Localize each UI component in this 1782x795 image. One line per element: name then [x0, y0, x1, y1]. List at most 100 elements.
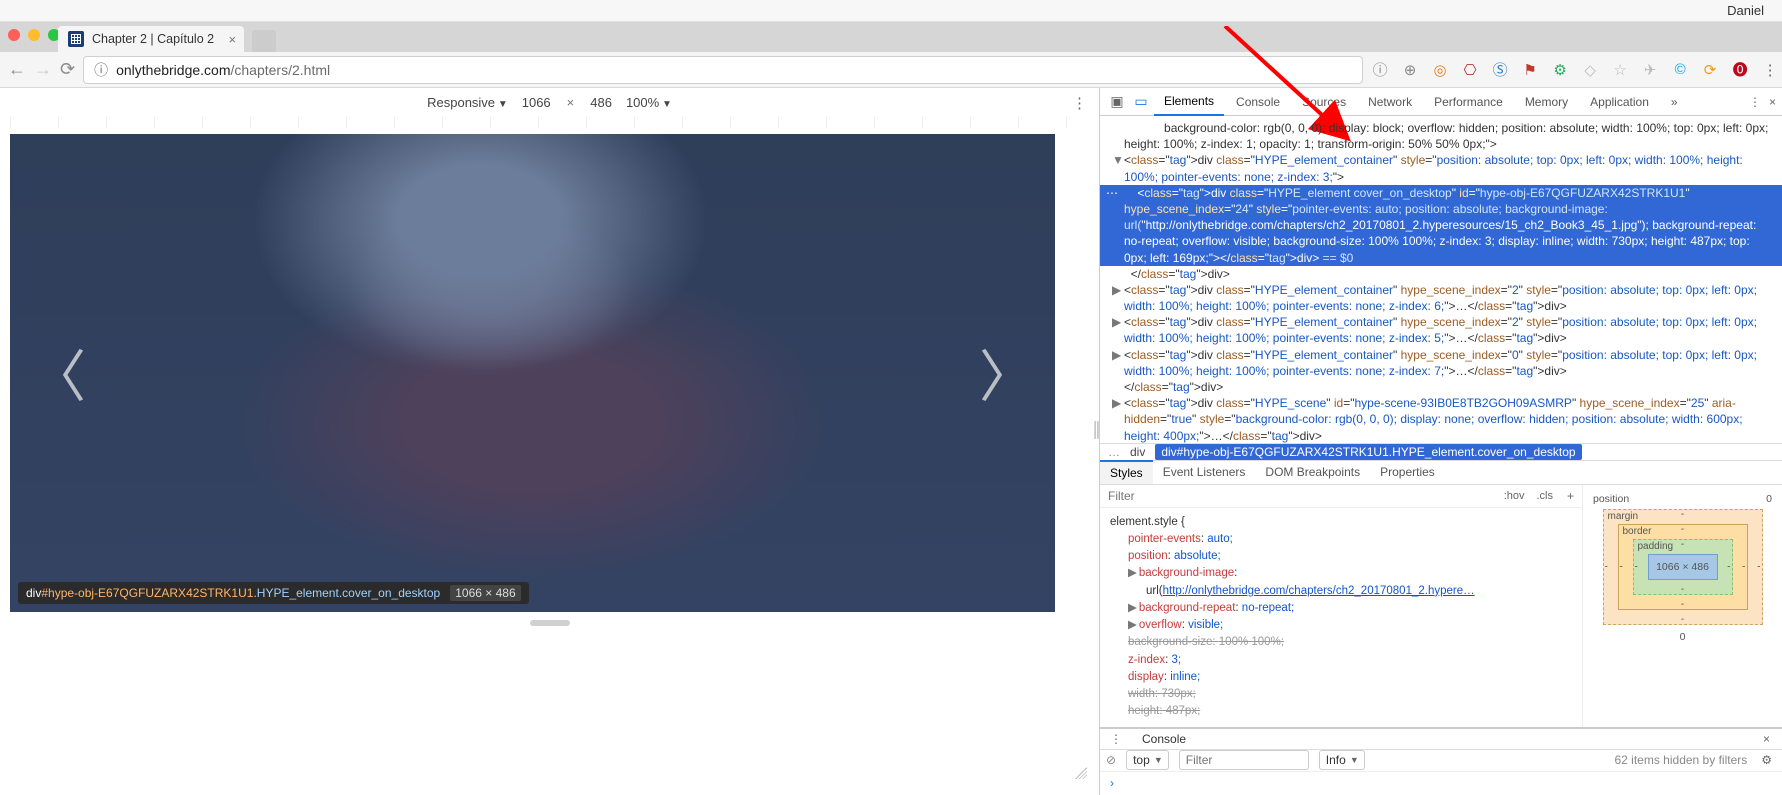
console-level-select[interactable]: Info — [1319, 750, 1365, 770]
console-prompt[interactable]: › — [1100, 772, 1782, 795]
devtools-tabbar: ▣ ▭ Elements Console Sources Network Per… — [1100, 88, 1782, 116]
ext-icon[interactable]: Ⓢ — [1491, 61, 1509, 79]
elements-dom-tree[interactable]: background-color: rgb(0, 0, 0); display:… — [1100, 116, 1782, 443]
ext-icon[interactable]: ⚙ — [1551, 61, 1569, 79]
element-inspect-tooltip: div#hype-obj-E67QGFUZARX42STRK1U1.HYPE_e… — [18, 582, 529, 604]
dom-line[interactable]: </class="tag">div> — [1100, 266, 1782, 282]
tab-favicon — [68, 31, 84, 47]
dom-line[interactable]: ▶<class="tag">div class="HYPE_scene" id=… — [1100, 395, 1782, 443]
zoom-select[interactable]: 100% — [626, 95, 672, 110]
devtools-menu-icon[interactable]: ⋮ — [1749, 95, 1761, 109]
ext-icon[interactable]: ⎔ — [1461, 61, 1479, 79]
drawer-close-icon[interactable]: × — [1757, 732, 1776, 746]
dom-line[interactable]: ▶<class="tag">div class="HYPE_element_co… — [1100, 314, 1782, 346]
devtools-close-icon[interactable]: × — [1769, 95, 1776, 109]
tab-dom-breakpoints[interactable]: DOM Breakpoints — [1255, 461, 1370, 483]
device-mode-menu-icon[interactable]: ⋮ — [1072, 94, 1087, 112]
minimize-window-icon[interactable] — [28, 29, 40, 41]
width-ruler[interactable] — [10, 116, 1089, 128]
console-settings-icon[interactable]: ⚙ — [1757, 753, 1776, 767]
device-width-input[interactable]: 1066 — [522, 95, 551, 110]
tab-memory[interactable]: Memory — [1515, 89, 1578, 115]
tab-sources[interactable]: Sources — [1292, 89, 1356, 115]
browser-tab[interactable]: Chapter 2 | Capítulo 2 × — [58, 26, 244, 52]
ext-icon[interactable]: ◎ — [1431, 61, 1449, 79]
window-controls[interactable] — [8, 29, 60, 41]
inspect-element-icon[interactable]: ▣ — [1106, 93, 1128, 110]
corner-resize-handle[interactable] — [1075, 767, 1087, 779]
width-resize-handle[interactable]: ∥ — [1092, 419, 1099, 440]
site-info-icon[interactable]: ⓘ — [94, 60, 108, 80]
rule-selector[interactable]: element.style { — [1110, 514, 1572, 531]
element-highlight-overlay — [10, 134, 1055, 612]
drawer-menu-icon[interactable]: ⋮ — [1106, 732, 1126, 746]
styles-filter-row: :hov .cls + — [1100, 485, 1582, 508]
address-bar[interactable]: ⓘ onlythebridge.com/chapters/2.html — [83, 56, 1363, 84]
devtools-panel: ▣ ▭ Elements Console Sources Network Per… — [1100, 88, 1782, 795]
tooltip-tagname: div — [26, 586, 41, 600]
tab-elements[interactable]: Elements — [1154, 88, 1224, 116]
device-mode-pane: Responsive 1066 × 486 100% ⋮ 〈 〉 div#hyp… — [0, 88, 1100, 795]
tooltip-id: #hype-obj-E67QGFUZARX42STRK1U1 — [41, 586, 253, 600]
dom-line[interactable]: ▶<class="tag">div class="HYPE_element_co… — [1100, 282, 1782, 314]
system-menubar: Daniel — [0, 0, 1782, 22]
reload-button[interactable]: ⟳ — [60, 59, 75, 80]
new-style-rule-button[interactable]: + — [1559, 489, 1582, 503]
forward-button: → — [34, 59, 52, 80]
hov-toggle[interactable]: :hov — [1498, 488, 1531, 504]
box-model-widget[interactable]: position0 margin ---- border ---- paddin… — [1582, 485, 1782, 727]
ext-icon[interactable]: ⚑ — [1521, 61, 1539, 79]
ext-icon[interactable]: ⓘ — [1371, 61, 1389, 79]
ext-icon[interactable]: ☆ — [1611, 61, 1629, 79]
menubar-user[interactable]: Daniel — [1727, 3, 1764, 18]
dom-line[interactable]: ▼<class="tag">div class="HYPE_element_co… — [1100, 152, 1782, 184]
device-height-input[interactable]: 486 — [590, 95, 612, 110]
console-filter-input[interactable] — [1179, 750, 1309, 770]
breadcrumb-node[interactable]: div — [1130, 445, 1145, 459]
ext-icon[interactable]: ◇ — [1581, 61, 1599, 79]
elements-breadcrumb[interactable]: … div div#hype-obj-E67QGFUZARX42STRK1U1.… — [1100, 443, 1782, 461]
tab-performance[interactable]: Performance — [1424, 89, 1513, 115]
clear-console-icon[interactable]: ⊘ — [1106, 753, 1116, 767]
tabs-overflow-icon[interactable]: » — [1661, 89, 1688, 115]
tab-event-listeners[interactable]: Event Listeners — [1153, 461, 1256, 483]
dom-line[interactable]: background-color: rgb(0, 0, 0); display:… — [1100, 120, 1782, 152]
ext-icon[interactable]: ✈ — [1641, 61, 1659, 79]
tab-console[interactable]: Console — [1226, 89, 1290, 115]
tab-network[interactable]: Network — [1358, 89, 1422, 115]
console-hidden-count[interactable]: 62 items hidden by filters — [1615, 753, 1748, 767]
cls-toggle[interactable]: .cls — [1530, 488, 1559, 504]
tab-styles[interactable]: Styles — [1100, 460, 1153, 484]
back-button[interactable]: ← — [8, 59, 26, 80]
console-context-select[interactable]: top — [1126, 750, 1169, 770]
dom-line[interactable]: ▶<class="tag">div class="HYPE_element_co… — [1100, 347, 1782, 379]
toggle-device-mode-icon[interactable]: ▭ — [1130, 93, 1152, 110]
tab-application[interactable]: Application — [1580, 89, 1659, 115]
browser-menu-icon[interactable]: ⋮ — [1761, 61, 1779, 79]
new-tab-button[interactable] — [252, 30, 276, 52]
close-window-icon[interactable] — [8, 29, 20, 41]
dom-line-selected[interactable]: ⋯ <class="tag">div class="HYPE_element c… — [1100, 185, 1782, 266]
height-resize-handle[interactable] — [530, 620, 570, 626]
prev-slide-button[interactable]: 〈 — [30, 333, 86, 414]
dom-line[interactable]: </class="tag">div> — [1100, 379, 1782, 395]
styles-pane: :hov .cls + element.style { pointer-even… — [1100, 485, 1582, 727]
breadcrumb-selected[interactable]: div#hype-obj-E67QGFUZARX42STRK1U1.HYPE_e… — [1155, 444, 1581, 460]
box-model-content: 1066 × 486 — [1648, 554, 1718, 580]
breadcrumb-ellipsis[interactable]: … — [1108, 445, 1120, 459]
next-slide-button[interactable]: 〉 — [979, 333, 1035, 414]
css-rules[interactable]: element.style { pointer-events: auto; po… — [1100, 508, 1582, 727]
styles-filter-input[interactable] — [1100, 485, 1498, 507]
tab-close-icon[interactable]: × — [228, 32, 236, 47]
ext-icon[interactable]: ⊕ — [1401, 61, 1419, 79]
tab-properties[interactable]: Properties — [1370, 461, 1445, 483]
ext-icon[interactable]: ⟳ — [1701, 61, 1719, 79]
url-host: onlythebridge.com — [116, 62, 230, 78]
page-viewport[interactable]: 〈 〉 div#hype-obj-E67QGFUZARX42STRK1U1.HY… — [10, 134, 1055, 612]
device-select[interactable]: Responsive — [427, 95, 508, 110]
drawer-tab-console[interactable]: Console — [1134, 729, 1194, 749]
ext-icon[interactable]: © — [1671, 61, 1689, 79]
ext-icon[interactable]: ⓿ — [1731, 61, 1749, 79]
styles-tabbar: Styles Event Listeners DOM Breakpoints P… — [1100, 461, 1782, 485]
dimension-separator: × — [565, 95, 577, 110]
